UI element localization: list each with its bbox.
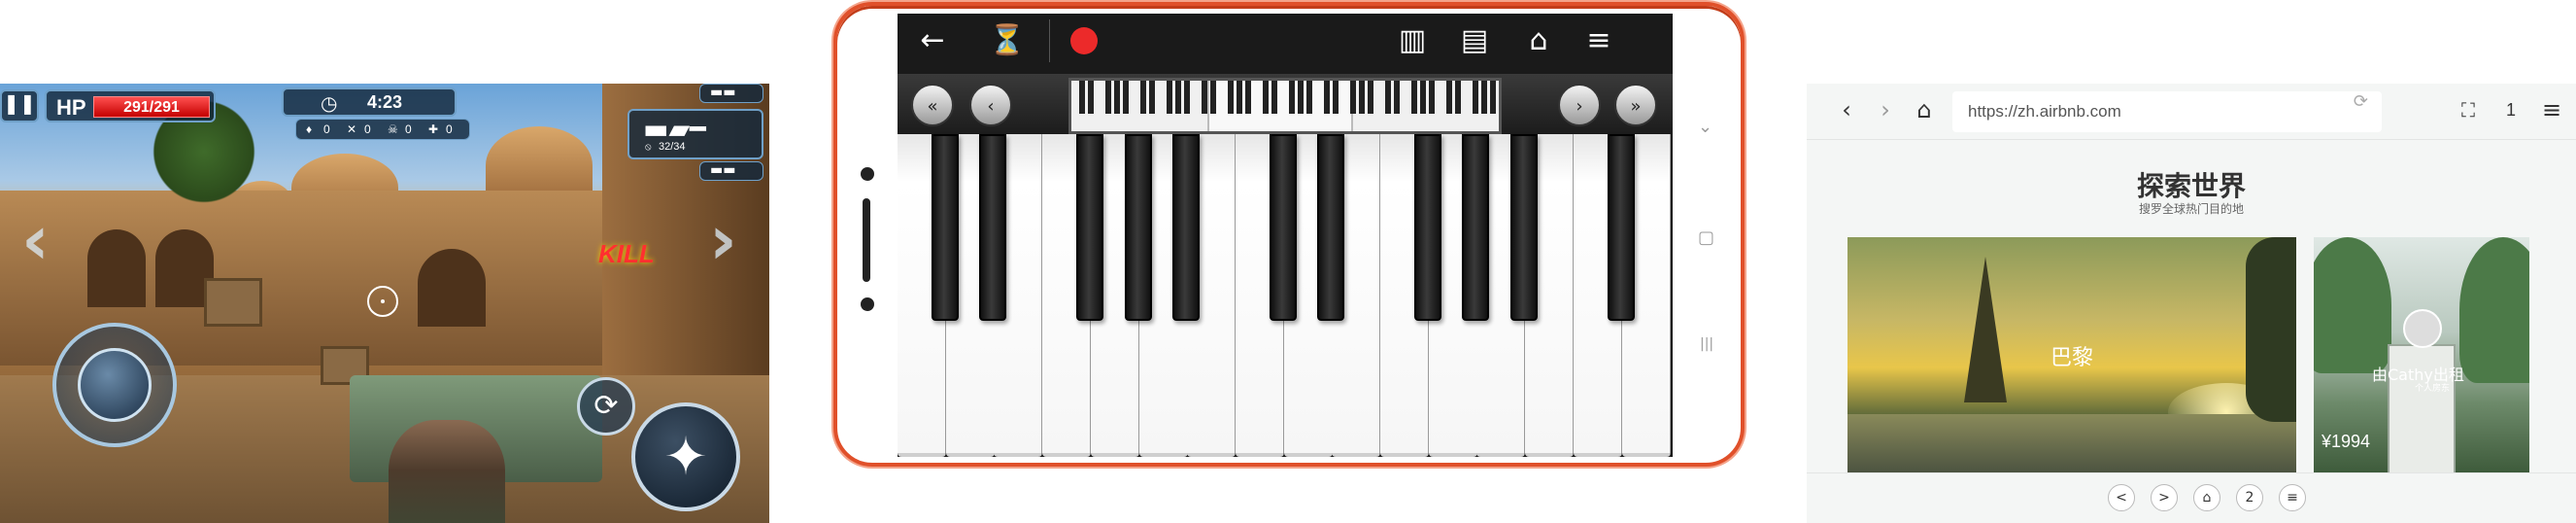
refresh-icon[interactable]: ⟳: [2354, 91, 2368, 112]
card-label: 巴黎: [2050, 346, 2093, 370]
chevron-right-icon[interactable]: ›: [709, 200, 737, 280]
player-soldier: [389, 420, 505, 523]
menu-icon[interactable]: ≡: [2535, 93, 2568, 126]
tab-count[interactable]: 1: [2494, 93, 2527, 126]
piano-keys: [898, 14, 1673, 457]
black-key[interactable]: [1414, 134, 1441, 321]
archway: [87, 229, 146, 307]
skull-icon: ☠: [388, 122, 398, 136]
stat-value: 0: [364, 122, 371, 136]
black-key[interactable]: [1076, 134, 1103, 321]
pager-tabs-button[interactable]: 2: [2236, 484, 2263, 511]
avatar[interactable]: [2403, 309, 2442, 348]
pager-forward-button[interactable]: >: [2151, 484, 2178, 511]
stat-value: 0: [446, 122, 453, 136]
black-key[interactable]: [1608, 134, 1635, 321]
movement-joystick[interactable]: [52, 323, 177, 447]
black-key[interactable]: [1317, 134, 1344, 321]
fire-icon: ✦: [663, 426, 708, 487]
url-text: https://zh.airbnb.com: [1968, 102, 2121, 121]
game-screen: ❚❚ HP 291/291 ◷ 4:23 ♦ 0 ✕ 0 ☠ 0 ✚ 0 ▬▰━…: [0, 84, 769, 523]
eiffel-tower: [1964, 257, 2007, 402]
ammo-count: 32/34: [659, 141, 686, 153]
kill-indicator: KILL: [598, 239, 655, 268]
ammo-icon: ⦸: [645, 142, 652, 153]
forward-icon[interactable]: ›: [1869, 93, 1902, 126]
pager-back-button[interactable]: <: [2108, 484, 2135, 511]
medkit-icon: ✚: [428, 122, 439, 136]
shotgun-icon: ▬▬: [710, 162, 736, 178]
home-icon[interactable]: ⌂: [1908, 93, 1941, 126]
pause-icon: ❚❚: [3, 91, 36, 115]
listing-price: ¥1994: [2322, 432, 2371, 451]
stat-value: 0: [405, 122, 412, 136]
bottom-bar: [1807, 472, 2576, 523]
hp-value: 291/291: [123, 99, 180, 116]
pause-button[interactable]: ❚❚: [0, 89, 39, 122]
timer-panel: ◷ 4:23: [282, 87, 457, 117]
address-bar[interactable]: https://zh.airbnb.com ⟳: [1952, 91, 2382, 132]
listing-card[interactable]: 由Cathy出租 个人房东 ¥1994: [2314, 237, 2529, 474]
black-key[interactable]: [1462, 134, 1489, 321]
chevron-down-icon[interactable]: ⌄: [1698, 117, 1712, 137]
fullscreen-icon[interactable]: ⛶: [2452, 93, 2485, 126]
pager-menu-button[interactable]: ≡: [2279, 484, 2306, 511]
weapon-panel[interactable]: ▬▰━ ⦸ 32/34: [627, 109, 763, 159]
pistol-icon: ▬▬: [710, 85, 736, 100]
river: [1847, 414, 2296, 474]
black-key[interactable]: [1270, 134, 1297, 321]
reload-button[interactable]: ⟳: [577, 377, 635, 436]
piano-app-screen: ← ⏳ ▥ ▤ ⌂ ≡ « ‹ › »: [898, 14, 1673, 457]
tertiary-weapon-slot[interactable]: ▬▬: [699, 161, 763, 181]
recent-apps-icon[interactable]: |||: [1700, 336, 1713, 352]
reload-icon: ⟳: [593, 389, 619, 423]
black-key[interactable]: [1510, 134, 1538, 321]
page-subtitle: 搜罗全球热门目的地: [2138, 202, 2244, 216]
fire-button[interactable]: ✦: [631, 402, 740, 511]
destination-card-paris[interactable]: 巴黎: [1847, 237, 2296, 474]
browser-window: ‹ › ⌂ https://zh.airbnb.com ⟳ ⛶ 1 ≡ 探索世界…: [1807, 84, 2576, 523]
crosshair-icon: [367, 286, 398, 317]
front-camera: [861, 167, 874, 181]
host-type: 个人房东: [2415, 384, 2451, 394]
palm-tree: [2314, 237, 2391, 373]
speaker-grille: [863, 198, 870, 282]
crossed-swords-icon: ✕: [347, 122, 357, 136]
crate: [204, 278, 262, 327]
clock-icon: ◷: [321, 91, 338, 115]
black-key[interactable]: [979, 134, 1006, 321]
palm-tree: [2459, 237, 2529, 383]
stat-value: 0: [323, 122, 330, 136]
black-key[interactable]: [1125, 134, 1152, 321]
chevron-left-icon[interactable]: ‹: [21, 200, 50, 280]
timer-text: 4:23: [367, 92, 403, 112]
black-key[interactable]: [932, 134, 959, 321]
black-key[interactable]: [1172, 134, 1200, 321]
archway: [418, 249, 486, 327]
stats-panel: ♦ 0 ✕ 0 ☠ 0 ✚ 0: [295, 119, 470, 140]
gem-icon: ♦: [306, 122, 313, 136]
page-title: 探索世界: [2136, 170, 2246, 202]
pager-home-button[interactable]: ⌂: [2193, 484, 2220, 511]
square-icon[interactable]: ▢: [1698, 227, 1714, 248]
back-icon[interactable]: ‹: [1830, 93, 1863, 126]
trees: [2246, 237, 2296, 422]
joystick-knob[interactable]: [78, 348, 152, 422]
hp-label: HP: [56, 95, 86, 120]
hp-panel: HP 291/291: [45, 89, 216, 122]
hp-bar: 291/291: [93, 96, 210, 118]
sensor: [861, 297, 874, 311]
secondary-weapon-slot[interactable]: ▬▬: [699, 84, 763, 103]
